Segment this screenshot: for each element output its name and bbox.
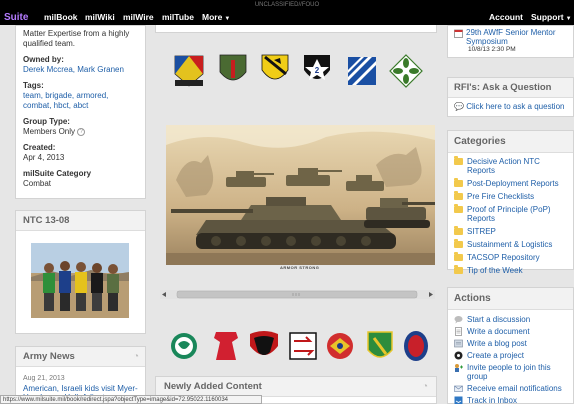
category-item[interactable]: Proof of Principle (PoP) Reports [454, 204, 567, 223]
blog-icon [454, 339, 463, 348]
email-icon [454, 385, 463, 392]
tanks-hero-image[interactable] [166, 125, 435, 265]
owned-by-label: Owned by: [23, 55, 64, 64]
folder-icon [454, 178, 463, 187]
ntc-panel-title: NTC 13-08 [16, 211, 145, 231]
tags-label: Tags: [23, 81, 44, 90]
document-icon [455, 327, 462, 336]
red-oval-patch-icon[interactable] [404, 331, 428, 361]
event-link[interactable]: 29th AWfF Senior Mentor Symposium [466, 28, 556, 46]
group-type-label: Group Type: [23, 117, 70, 126]
rss-icon[interactable]: ◔ [133, 347, 139, 367]
category-value: Combat [23, 179, 52, 188]
ask-question-link[interactable]: Click here to ask a question [466, 102, 564, 111]
keystone-patch-icon[interactable] [214, 332, 238, 360]
folder-icon [454, 156, 463, 165]
category-item[interactable]: Tip of the Week [454, 265, 567, 275]
newly-added-title: Newly Added Content [164, 381, 262, 392]
thunderbird-patch-icon[interactable] [327, 333, 353, 359]
armored-division-patch-icon[interactable] [174, 55, 204, 87]
nav-milwire[interactable]: milWire [123, 10, 154, 25]
center-top-panel [155, 25, 437, 33]
rss-icon[interactable]: ◔ [422, 377, 428, 397]
arrow-square-patch-icon[interactable] [289, 332, 317, 360]
folder-icon [454, 239, 463, 248]
actions-title: Actions [448, 288, 573, 310]
top-nav: Suite milBook milWiki milWire milTube Mo… [0, 10, 574, 25]
folder-icon [454, 204, 463, 213]
chevron-down-icon: ▼ [224, 16, 231, 22]
diagonal-stripes-patch-icon[interactable] [348, 57, 376, 85]
calendar-icon [454, 29, 463, 40]
action-invite-people[interactable]: Invite people to join this group [454, 363, 567, 381]
event-time: 10/8/13 2:30 PM [468, 46, 516, 53]
help-icon[interactable]: ? [77, 127, 86, 136]
category-item[interactable]: TACSOP Repository [454, 252, 567, 262]
created-value: Apr 4, 2013 [23, 153, 65, 162]
unit-patches-top: 2 [170, 52, 432, 90]
nav-miltube[interactable]: milTube [162, 10, 194, 25]
category-item[interactable]: Pre Fire Checklists [454, 191, 567, 201]
action-email-notifications[interactable]: Receive email notifications [454, 384, 567, 393]
folder-icon [454, 265, 463, 274]
discussion-icon [454, 316, 463, 324]
nav-milbook[interactable]: milBook [44, 10, 78, 25]
ivy-division-patch-icon[interactable] [389, 54, 423, 88]
action-create-project[interactable]: Create a project [454, 351, 567, 360]
classification-banner: UNCLASSIFIED//FOUO [0, 0, 574, 10]
category-label: milSuite Category [23, 169, 92, 178]
owners-link[interactable]: Derek Mccrea, Mark Granen [23, 65, 138, 75]
rfi-title: RFI's: Ask a Question [448, 78, 573, 98]
corps-round-patch-icon[interactable] [171, 333, 197, 359]
ntc-panel: NTC 13-08 [15, 210, 146, 334]
folder-icon [454, 226, 463, 235]
speech-bubble-icon: 💬 [454, 102, 464, 111]
group-photo[interactable] [31, 243, 129, 318]
group-type-value: Members Only [23, 127, 76, 136]
events-panel: 29th AWfF Senior Mentor Symposium 10/8/1… [447, 25, 574, 58]
inbox-icon [454, 396, 463, 404]
nav-milwiki[interactable]: milWiki [85, 10, 115, 25]
invite-icon [455, 364, 463, 372]
black-bull-patch-icon[interactable] [250, 331, 278, 355]
actions-panel: Actions Start a discussion Write a docum… [447, 287, 574, 404]
group-info-panel: Matter Expertise from a highly qualified… [15, 25, 146, 199]
news-date: Aug 21, 2013 [23, 375, 65, 382]
action-track-inbox[interactable]: Track in Inbox [454, 396, 567, 404]
chevron-down-icon: ▼ [565, 16, 572, 22]
second-infantry-patch-icon[interactable]: 2 [304, 55, 330, 80]
category-item[interactable]: Sustainment & Logistics [454, 239, 567, 249]
green-shield-patch-icon[interactable] [367, 331, 393, 358]
brand-logo[interactable]: Suite [4, 10, 28, 25]
category-item[interactable]: Decisive Action NTC Reports [454, 156, 567, 175]
first-division-patch-icon[interactable] [219, 54, 247, 81]
created-label: Created: [23, 143, 56, 152]
categories-panel: Categories Decisive Action NTC Reports P… [447, 130, 574, 275]
horizontal-scrollbar[interactable] [160, 290, 435, 299]
unit-patches-bottom [170, 328, 432, 364]
categories-title: Categories [448, 131, 573, 153]
cavalry-patch-icon[interactable] [261, 54, 289, 80]
hero-caption: ARMOR STRONG [280, 265, 320, 270]
tags-links[interactable]: team, brigade, armored, combat, hbct, ab… [23, 91, 138, 111]
rfi-panel: RFI's: Ask a Question 💬 Click here to as… [447, 77, 574, 117]
category-item[interactable]: Post-Deployment Reports [454, 178, 567, 188]
folder-icon [454, 191, 463, 200]
svg-text:2: 2 [315, 66, 320, 75]
army-news-title: Army News [23, 351, 75, 362]
action-start-discussion[interactable]: Start a discussion [454, 315, 567, 324]
project-icon [454, 351, 463, 360]
folder-icon [454, 252, 463, 261]
group-intro: Matter Expertise from a highly qualified… [23, 29, 130, 48]
status-bar-url: https://www.milsuite.mil/book/redirect.j… [0, 395, 262, 404]
action-write-blog[interactable]: Write a blog post [454, 339, 567, 348]
nav-account[interactable]: Account [489, 10, 523, 25]
category-item[interactable]: SITREP [454, 226, 567, 236]
action-write-document[interactable]: Write a document [454, 327, 567, 336]
